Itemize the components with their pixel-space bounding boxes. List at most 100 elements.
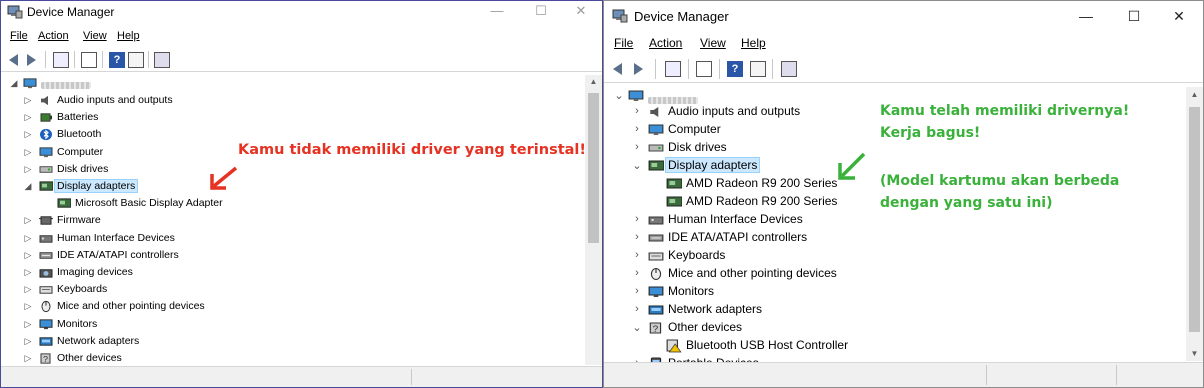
expand-chevron-icon[interactable]: ▷ bbox=[23, 233, 33, 244]
menu-view[interactable]: View bbox=[83, 30, 107, 42]
help-icon[interactable]: ? bbox=[727, 61, 743, 77]
expand-chevron-icon[interactable]: › bbox=[632, 249, 642, 261]
properties-icon[interactable] bbox=[665, 61, 681, 77]
expand-chevron-icon[interactable]: › bbox=[632, 231, 642, 243]
expand-chevron-icon[interactable]: › bbox=[632, 285, 642, 297]
expand-chevron-icon[interactable]: ▷ bbox=[23, 250, 33, 261]
show-hidden-icon[interactable] bbox=[750, 61, 766, 77]
device-manager-icon bbox=[7, 5, 23, 19]
collapse-chevron-icon[interactable]: ⌄ bbox=[632, 321, 642, 334]
monitor-icon bbox=[648, 285, 664, 299]
expand-chevron-icon[interactable]: ▷ bbox=[23, 267, 33, 278]
scan-hardware-icon[interactable] bbox=[781, 61, 797, 77]
scrollbar-thumb[interactable] bbox=[1189, 107, 1200, 332]
title-bar[interactable]: Device Manager — ☐ ✕ bbox=[1, 1, 602, 23]
scan-hardware-icon[interactable] bbox=[154, 52, 170, 68]
other-devices-icon: ? bbox=[648, 321, 664, 335]
forward-icon[interactable] bbox=[24, 52, 40, 68]
tree-item-label: Disk drives bbox=[668, 140, 727, 154]
toolbar: ? bbox=[604, 56, 1203, 83]
expand-chevron-icon[interactable]: › bbox=[632, 213, 642, 225]
tree-item-label: Bluetooth USB Host Controller bbox=[686, 338, 849, 352]
display-adapter-icon bbox=[39, 180, 54, 193]
expand-chevron-icon[interactable]: ▷ bbox=[23, 301, 33, 312]
menu-file[interactable]: File bbox=[614, 36, 633, 50]
display-adapter-icon bbox=[666, 195, 683, 209]
status-bar bbox=[1, 366, 602, 387]
tree-item-label: Audio inputs and outputs bbox=[57, 94, 173, 106]
expand-chevron-icon[interactable]: ▷ bbox=[23, 353, 33, 364]
scroll-up-icon[interactable]: ▲ bbox=[585, 77, 602, 86]
tree-item-label: Network adapters bbox=[668, 302, 763, 316]
expand-chevron-icon[interactable]: ▷ bbox=[23, 129, 33, 140]
other-devices-icon: ? bbox=[39, 352, 53, 365]
computer-icon bbox=[648, 123, 664, 137]
tree-item-label: Imaging devices bbox=[57, 266, 133, 278]
close-button[interactable]: ✕ bbox=[1157, 1, 1201, 31]
update-driver-icon[interactable] bbox=[696, 61, 712, 77]
collapse-chevron-icon[interactable]: ⌄ bbox=[632, 159, 642, 172]
device-tree: ◢ ▷ Audio inputs and outputs ▷ Batteries ▷ Blu… bbox=[1, 75, 602, 387]
forward-icon[interactable] bbox=[631, 61, 647, 77]
collapse-chevron-icon[interactable]: ⌄ bbox=[614, 89, 624, 102]
expand-chevron-icon[interactable]: ▷ bbox=[23, 336, 33, 347]
expand-chevron-icon[interactable]: ▷ bbox=[23, 319, 33, 330]
expand-chevron-icon[interactable]: ▷ bbox=[23, 147, 33, 158]
menu-file[interactable]: File bbox=[10, 30, 28, 42]
expand-chevron-icon[interactable]: ▷ bbox=[23, 215, 33, 226]
menu-help[interactable]: Help bbox=[741, 36, 766, 50]
expand-chevron-icon[interactable]: › bbox=[632, 141, 642, 153]
vertical-scrollbar[interactable]: ▲ bbox=[585, 75, 602, 365]
help-icon[interactable]: ? bbox=[109, 52, 125, 68]
hid-icon bbox=[39, 232, 53, 245]
show-hidden-icon[interactable] bbox=[128, 52, 144, 68]
scroll-up-icon[interactable]: ▲ bbox=[1186, 90, 1203, 99]
computer-icon bbox=[23, 77, 37, 90]
expand-chevron-icon[interactable]: › bbox=[632, 123, 642, 135]
speaker-icon bbox=[39, 94, 53, 107]
menu-help[interactable]: Help bbox=[117, 30, 140, 42]
menu-action[interactable]: Action bbox=[38, 30, 69, 42]
maximize-button[interactable]: ☐ bbox=[1112, 1, 1156, 31]
back-icon[interactable] bbox=[611, 61, 627, 77]
expand-chevron-icon[interactable]: ▷ bbox=[23, 284, 33, 295]
scrollbar-thumb[interactable] bbox=[588, 93, 599, 243]
network-icon bbox=[39, 335, 53, 348]
warning-device-icon bbox=[666, 339, 682, 353]
back-icon[interactable] bbox=[7, 52, 23, 68]
expand-chevron-icon[interactable]: ▷ bbox=[23, 95, 33, 106]
expand-chevron-icon[interactable]: ▷ bbox=[23, 164, 33, 175]
update-driver-icon[interactable] bbox=[81, 52, 97, 68]
collapse-chevron-icon[interactable]: ◢ bbox=[23, 181, 33, 192]
close-button[interactable]: ✕ bbox=[559, 1, 602, 21]
expand-chevron-icon[interactable]: ▷ bbox=[23, 112, 33, 123]
network-icon bbox=[648, 303, 664, 317]
collapse-chevron-icon[interactable]: ◢ bbox=[9, 78, 19, 89]
tree-item-label: Microsoft Basic Display Adapter bbox=[75, 197, 223, 210]
tree-item-label: Computer bbox=[668, 122, 721, 136]
status-bar bbox=[604, 362, 1203, 387]
title-bar[interactable]: Device Manager — ☐ ✕ bbox=[604, 1, 1203, 31]
annotation-line: Kamu telah memiliki drivernya! bbox=[880, 103, 1130, 119]
menu-bar: File Action View Help bbox=[604, 34, 1203, 54]
mouse-icon bbox=[648, 267, 664, 281]
minimize-button[interactable]: — bbox=[1064, 1, 1108, 31]
properties-icon[interactable] bbox=[53, 52, 69, 68]
tree-item-label: Keyboards bbox=[668, 248, 726, 262]
annotation-model-note: (Model kartumu akan berbeda dengan yang … bbox=[880, 170, 1119, 214]
minimize-button[interactable]: — bbox=[475, 1, 519, 21]
expand-chevron-icon[interactable]: › bbox=[632, 303, 642, 315]
expand-chevron-icon[interactable]: › bbox=[632, 105, 642, 117]
tree-item-label: Bluetooth bbox=[57, 128, 102, 141]
maximize-button[interactable]: ☐ bbox=[519, 1, 563, 21]
menu-action[interactable]: Action bbox=[649, 36, 682, 50]
camera-icon bbox=[39, 266, 53, 279]
scroll-down-icon[interactable]: ▼ bbox=[1186, 349, 1203, 358]
svg-text:?: ? bbox=[43, 355, 48, 365]
expand-chevron-icon[interactable]: › bbox=[632, 267, 642, 279]
ide-icon bbox=[39, 249, 53, 262]
menu-view[interactable]: View bbox=[700, 36, 726, 50]
vertical-scrollbar[interactable]: ▲ ▼ bbox=[1186, 87, 1203, 361]
ide-icon bbox=[648, 231, 664, 245]
tree-item-label: Mice and other pointing devices bbox=[57, 300, 205, 313]
